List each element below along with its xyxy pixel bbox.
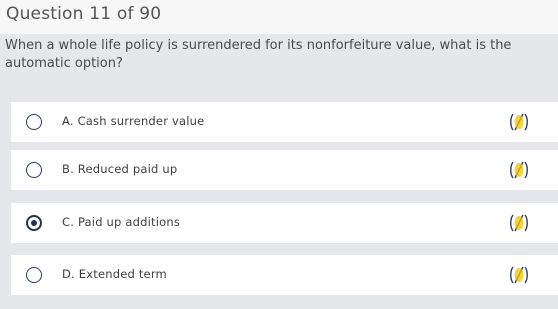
eliminate-answer-icon[interactable] xyxy=(508,212,530,234)
answer-label: B. Reduced paid up xyxy=(62,162,178,176)
eliminate-answer-icon[interactable] xyxy=(508,159,530,181)
eliminate-answer-icon[interactable] xyxy=(508,264,530,286)
radio-button-selected[interactable] xyxy=(26,215,42,231)
answer-option-d[interactable]: D. Extended term xyxy=(11,255,558,295)
radio-button[interactable] xyxy=(26,162,42,178)
answer-option-c[interactable]: C. Paid up additions xyxy=(11,203,558,243)
question-text: When a whole life policy is surrendered … xyxy=(5,38,512,71)
answer-label: A. Cash surrender value xyxy=(62,114,205,128)
answer-option-b[interactable]: B. Reduced paid up xyxy=(11,150,558,190)
answer-label: D. Extended term xyxy=(62,267,167,281)
answer-option-a[interactable]: A. Cash surrender value xyxy=(11,102,558,142)
answer-label: C. Paid up additions xyxy=(62,215,181,229)
eliminate-answer-icon[interactable] xyxy=(508,111,530,133)
question-counter: Question 11 of 90 xyxy=(6,4,162,24)
radio-button[interactable] xyxy=(26,114,42,130)
question-header: Question 11 of 90 xyxy=(0,0,558,34)
radio-button[interactable] xyxy=(26,267,42,283)
